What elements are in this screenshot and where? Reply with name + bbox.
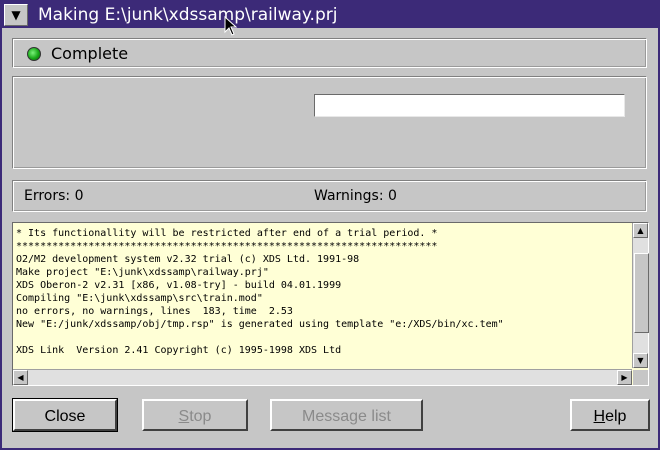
log-line: New "E:/junk/xdssamp/obj/tmp.rsp" is gen… — [16, 319, 504, 330]
mouse-pointer-icon — [224, 16, 238, 36]
title-bar[interactable]: ▼ Making E:\junk\xdssamp\railway.prj — [2, 2, 658, 28]
log-line: Compiling "E:\junk\xdssamp\src\train.mod… — [16, 293, 263, 304]
log-line: XDS Oberon-2 v2.31 [x86, v1.08-try] - bu… — [16, 280, 342, 291]
scrollbar-corner — [633, 370, 648, 385]
help-button-label: elp — [605, 408, 627, 425]
close-button-label: Close — [44, 408, 86, 425]
message-list-button[interactable]: Message list — [270, 399, 423, 431]
scroll-right-arrow-icon[interactable]: ▶ — [617, 370, 632, 385]
scroll-up-arrow-icon[interactable]: ▲ — [633, 223, 648, 238]
close-button[interactable]: Close — [12, 398, 118, 432]
make-dialog-window: ▼ Making E:\junk\xdssamp\railway.prj Com… — [0, 0, 660, 450]
stop-button-mnemonic: S — [178, 408, 190, 425]
message-list-button-label: Message list — [302, 408, 391, 425]
stop-button[interactable]: Stop — [142, 399, 248, 431]
status-indicator-icon — [27, 47, 41, 61]
log-text[interactable]: * Its functionallity will be restricted … — [13, 223, 632, 368]
vertical-scrollbar[interactable]: ▲ ▼ — [632, 223, 649, 368]
status-label: Complete — [51, 44, 129, 63]
log-line: XDS Link Version 2.41 Copyright (c) 1995… — [16, 345, 342, 356]
horizontal-scrollbar[interactable]: ◀ ▶ — [13, 369, 632, 385]
progress-panel — [12, 76, 647, 169]
scroll-down-arrow-icon[interactable]: ▼ — [633, 353, 648, 368]
errors-count: Errors: 0 — [24, 188, 84, 204]
chevron-down-icon: ▼ — [11, 8, 21, 22]
message-log[interactable]: * Its functionallity will be restricted … — [12, 222, 649, 386]
log-line: O2/M2 development system v2.32 trial (c)… — [16, 254, 360, 265]
log-line: Make project "E:\junk\xdssamp\railway.pr… — [16, 267, 269, 278]
log-line: no errors, no warnings, lines 183, time … — [16, 306, 293, 317]
system-menu-button[interactable]: ▼ — [4, 4, 28, 26]
warnings-count: Warnings: 0 — [314, 188, 397, 204]
vertical-scroll-thumb[interactable] — [634, 253, 649, 333]
log-line: * Its functionallity will be restricted … — [16, 228, 438, 239]
window-title: Making E:\junk\xdssamp\railway.prj — [38, 5, 338, 25]
status-panel: Complete — [12, 38, 647, 68]
counts-panel: Errors: 0 Warnings: 0 — [12, 180, 647, 212]
scroll-left-arrow-icon[interactable]: ◀ — [13, 370, 28, 385]
help-button-mnemonic: H — [593, 408, 606, 425]
log-line: ****************************************… — [16, 241, 438, 252]
progress-bar — [314, 94, 625, 117]
help-button[interactable]: Help — [570, 399, 650, 431]
stop-button-label: top — [189, 408, 212, 425]
